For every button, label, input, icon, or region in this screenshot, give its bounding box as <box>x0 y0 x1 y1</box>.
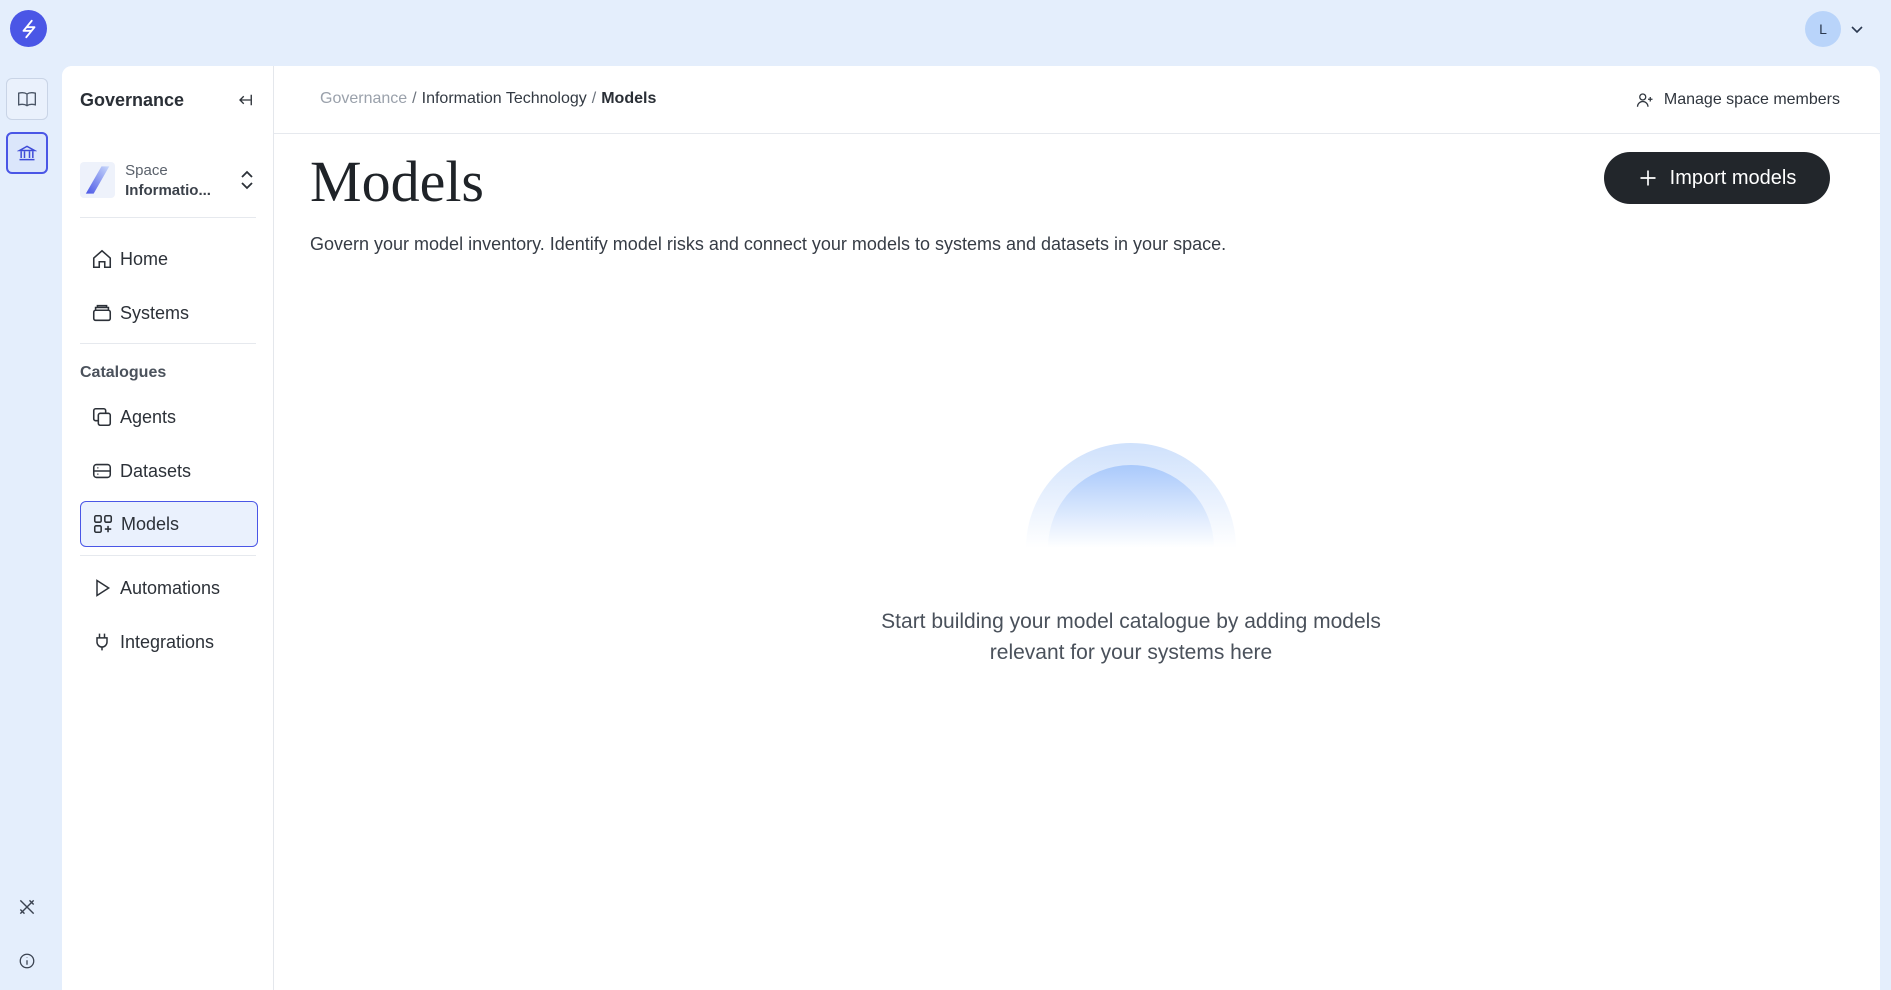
main-panel: Governance Space Informatio... Home Syst… <box>62 66 1880 990</box>
sidebar-item-datasets[interactable]: Datasets <box>80 448 258 494</box>
avatar[interactable]: L <box>1805 11 1841 47</box>
breadcrumb-separator: / <box>591 90 597 107</box>
book-icon <box>18 91 36 107</box>
empty-state-line: Start building your model catalogue by a… <box>881 610 1381 633</box>
play-icon <box>90 576 114 600</box>
sidebar-item-automations[interactable]: Automations <box>80 565 258 611</box>
sidebar-item-label: Models <box>121 513 180 534</box>
collapse-sidebar-button[interactable] <box>234 88 258 112</box>
space-logo <box>80 162 116 198</box>
plus-icon <box>1640 170 1656 186</box>
space-logo-icon <box>85 166 110 194</box>
sidebar-item-systems[interactable]: Systems <box>80 290 258 336</box>
breadcrumb-root[interactable]: Governance <box>320 90 407 108</box>
datasets-icon <box>90 459 114 483</box>
chevron-updown-icon <box>238 167 256 193</box>
info-icon <box>19 953 35 969</box>
breadcrumb-current: Models <box>601 90 657 107</box>
sidebar-item-label: Datasets <box>120 460 192 481</box>
sidebar-item-agents[interactable]: Agents <box>80 394 258 440</box>
page-title: Models <box>310 149 484 214</box>
sidebar-item-home[interactable]: Home <box>80 236 258 282</box>
space-selector[interactable]: Space Informatio... <box>80 154 256 206</box>
divider <box>80 343 256 344</box>
lightning-logo-icon <box>22 19 35 38</box>
empty-state-illustration <box>1026 443 1236 548</box>
space-label: Space <box>125 161 168 179</box>
user-plus-icon <box>1636 93 1653 107</box>
content-header: Governance / Information Technology / Mo… <box>274 66 1880 134</box>
sidebar-item-label: Automations <box>120 577 221 598</box>
breadcrumb-middle[interactable]: Information Technology <box>422 90 587 108</box>
agents-icon <box>90 405 114 429</box>
empty-state-line: relevant for your systems here <box>989 641 1273 664</box>
systems-icon <box>90 301 114 325</box>
rail-tools-button[interactable] <box>6 886 48 928</box>
bank-icon <box>17 145 37 161</box>
import-models-label: Import models <box>1669 166 1797 189</box>
tools-icon <box>19 899 35 915</box>
sidebar-title: Governance <box>80 90 185 110</box>
section-label: Catalogues <box>80 364 167 381</box>
empty-state-message: Start building your model catalogue by a… <box>816 606 1446 668</box>
user-menu[interactable]: L <box>1805 11 1865 47</box>
rail-info-button[interactable] <box>6 940 48 982</box>
breadcrumb: Governance / Information Technology / Mo… <box>320 90 656 108</box>
plug-icon <box>90 630 114 654</box>
sidebar-item-label: Systems <box>120 302 190 323</box>
sidebar-item-models[interactable]: Models <box>80 501 258 547</box>
manage-space-members-label: Manage space members <box>1663 91 1840 108</box>
home-icon <box>90 247 114 271</box>
content-area: Governance / Information Technology / Mo… <box>274 66 1880 990</box>
rail-docs-button[interactable] <box>6 78 48 120</box>
sidebar-item-label: Integrations <box>120 631 215 652</box>
divider <box>80 217 256 218</box>
page-subtitle: Govern your model inventory. Identify mo… <box>310 234 1227 254</box>
models-icon <box>91 512 115 536</box>
sidebar: Governance Space Informatio... Home Syst… <box>62 66 274 990</box>
sidebar-item-label: Agents <box>120 406 177 427</box>
collapse-left-icon <box>239 94 252 106</box>
space-name: Informatio... <box>125 181 211 199</box>
import-models-button[interactable]: Import models <box>1604 152 1830 204</box>
sidebar-item-integrations[interactable]: Integrations <box>80 619 258 665</box>
chevron-down-icon[interactable] <box>1849 21 1865 37</box>
breadcrumb-separator: / <box>412 90 417 107</box>
manage-space-members-button[interactable]: Manage space members <box>1636 86 1840 114</box>
sidebar-item-label: Home <box>120 248 169 269</box>
app-logo[interactable] <box>10 10 47 47</box>
divider <box>80 555 256 556</box>
rail-governance-button[interactable] <box>6 132 48 174</box>
